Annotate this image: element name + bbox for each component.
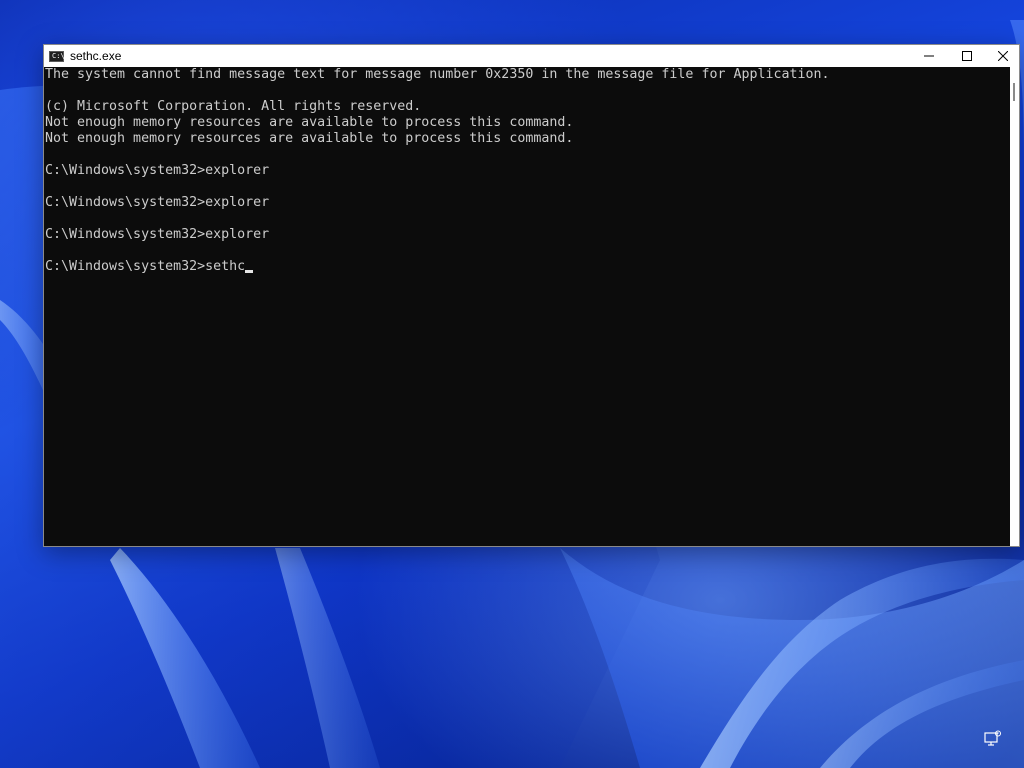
text-cursor (245, 270, 254, 273)
console-line: C:\Windows\system32>explorer (45, 227, 1010, 243)
minimize-button[interactable] (910, 45, 948, 67)
close-icon (998, 51, 1008, 61)
console-line: C:\Windows\system32>sethc (45, 259, 1010, 275)
window-title: sethc.exe (70, 49, 122, 63)
console-window[interactable]: C:\ sethc.exe The system cannot find mes… (43, 44, 1020, 547)
console-line-text: C:\Windows\system32>explorer (45, 195, 270, 210)
console-line-text: C:\Windows\system32>sethc (45, 259, 246, 274)
close-button[interactable] (984, 45, 1022, 67)
console-line: Not enough memory resources are availabl… (45, 115, 1010, 131)
maximize-icon (962, 51, 972, 61)
vertical-scrollbar[interactable] (1010, 67, 1019, 546)
minimize-icon (924, 55, 934, 57)
console-line: C:\Windows\system32>explorer (45, 163, 1010, 179)
console-line: The system cannot find message text for … (45, 67, 1010, 83)
console-line: (c) Microsoft Corporation. All rights re… (45, 99, 1010, 115)
console-line-text: C:\Windows\system32>explorer (45, 163, 270, 178)
console-line-text: Not enough memory resources are availabl… (45, 115, 574, 130)
cmd-icon: C:\ (49, 50, 65, 62)
title-bar[interactable]: C:\ sethc.exe (44, 45, 1019, 67)
console-line-text: Not enough memory resources are availabl… (45, 131, 574, 146)
console-line: C:\Windows\system32>explorer (45, 195, 1010, 211)
console-line-text: C:\Windows\system32>explorer (45, 227, 270, 242)
console-line: Not enough memory resources are availabl… (45, 131, 1010, 147)
console-text: The system cannot find message text for … (44, 67, 1010, 275)
maximize-button[interactable] (948, 45, 986, 67)
console-line-text: (c) Microsoft Corporation. All rights re… (45, 99, 422, 114)
console-line-text: The system cannot find message text for … (45, 67, 830, 82)
console-output[interactable]: The system cannot find message text for … (44, 67, 1010, 546)
network-icon[interactable] (984, 730, 1002, 748)
scrollbar-thumb[interactable] (1013, 83, 1015, 101)
